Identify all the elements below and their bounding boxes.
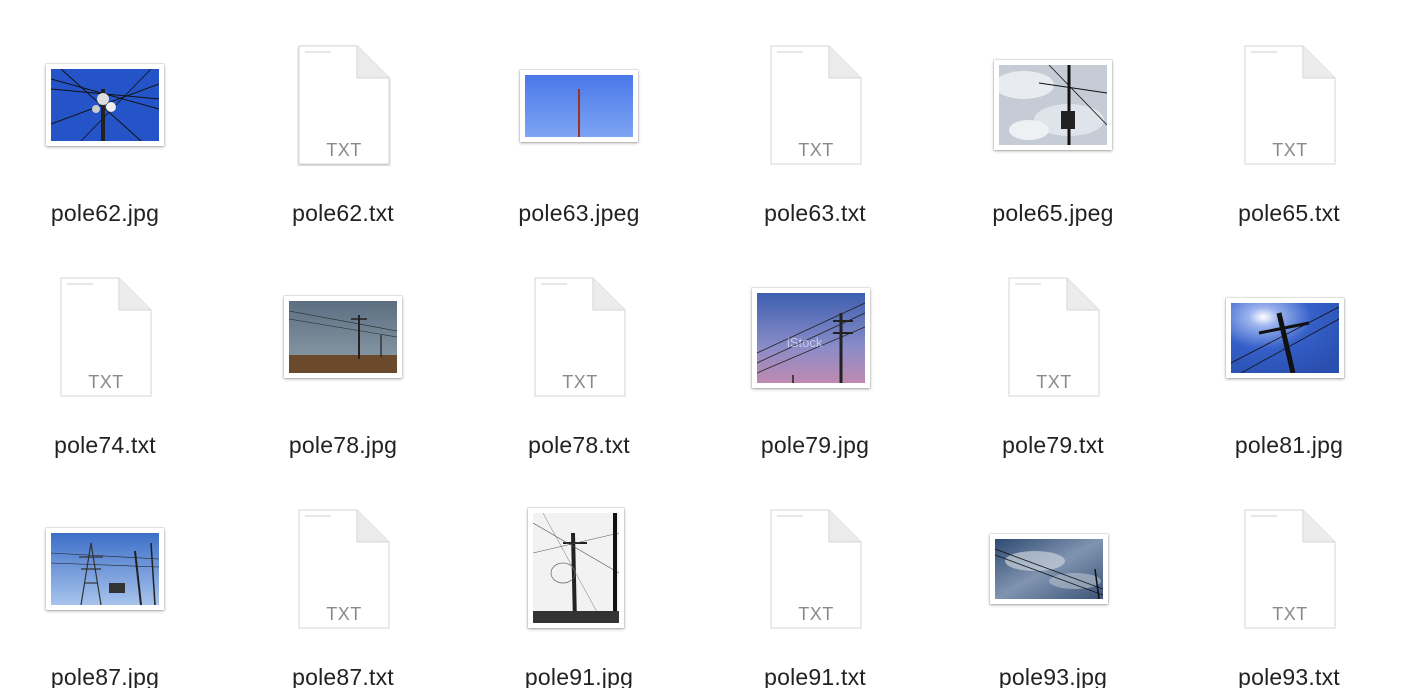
file-item-pole62-txt[interactable]: TXT pole62.txt bbox=[243, 45, 443, 258]
text-document-icon: TXT bbox=[479, 277, 679, 430]
file-item-pole91-jpg[interactable]: pole91.jpg bbox=[479, 508, 679, 688]
image-thumbnail-icon bbox=[479, 508, 679, 662]
file-name-label: pole93.txt bbox=[1238, 664, 1340, 688]
file-name-label: pole65.jpeg bbox=[992, 200, 1114, 226]
image-thumbnail-icon bbox=[5, 512, 205, 662]
file-name-label: pole87.jpg bbox=[50, 664, 160, 688]
file-item-pole93-txt[interactable]: TXT pole93.txt bbox=[1189, 509, 1389, 688]
file-item-pole91-txt[interactable]: TXT pole91.txt bbox=[715, 509, 915, 688]
file-name-label: pole93.jpg bbox=[998, 664, 1108, 688]
txt-badge: TXT bbox=[88, 372, 124, 392]
file-item-pole87-jpg[interactable]: pole87.jpg bbox=[5, 512, 205, 688]
text-document-icon: TXT bbox=[953, 277, 1153, 430]
file-name-label: pole79.jpg bbox=[760, 432, 870, 458]
txt-badge: TXT bbox=[1272, 140, 1308, 160]
file-name-label: pole65.txt bbox=[1238, 200, 1340, 226]
image-thumbnail-icon: iStock bbox=[715, 280, 915, 430]
text-document-icon: TXT bbox=[243, 509, 443, 662]
text-document-icon: TXT bbox=[715, 509, 915, 662]
file-name-label: pole81.jpg bbox=[1234, 432, 1344, 458]
file-name-label: pole63.jpeg bbox=[518, 200, 640, 226]
txt-badge: TXT bbox=[798, 604, 834, 624]
file-item-pole74-txt[interactable]: TXT pole74.txt bbox=[5, 277, 205, 490]
text-document-icon: TXT bbox=[1189, 509, 1389, 662]
file-name-label: pole63.txt bbox=[764, 200, 866, 226]
file-item-pole63-jpeg[interactable]: pole63.jpeg bbox=[479, 48, 679, 258]
file-item-pole78-txt[interactable]: TXT pole78.txt bbox=[479, 277, 679, 490]
file-item-pole65-jpeg[interactable]: pole65.jpeg bbox=[953, 48, 1153, 258]
text-document-icon: TXT bbox=[1189, 45, 1389, 198]
image-thumbnail-icon bbox=[1189, 280, 1389, 430]
file-name-label: pole91.jpg bbox=[524, 664, 634, 688]
file-item-pole65-txt[interactable]: TXT pole65.txt bbox=[1189, 45, 1389, 258]
file-name-label: pole87.txt bbox=[292, 664, 394, 688]
file-name-label: pole62.jpg bbox=[50, 200, 160, 226]
txt-badge: TXT bbox=[562, 372, 598, 392]
file-name-label: pole91.txt bbox=[764, 664, 866, 688]
txt-badge: TXT bbox=[798, 140, 834, 160]
file-item-pole79-jpg[interactable]: iStock pole79.jpg bbox=[715, 280, 915, 490]
txt-badge: TXT bbox=[1036, 372, 1072, 392]
file-icon-grid: pole62.jpg TXT pole62.txt pole63.jpeg TX… bbox=[0, 0, 1424, 688]
watermark-text: iStock bbox=[787, 335, 823, 350]
file-item-pole79-txt[interactable]: TXT pole79.txt bbox=[953, 277, 1153, 490]
file-name-label: pole79.txt bbox=[1002, 432, 1104, 458]
text-document-icon: TXT bbox=[5, 277, 205, 430]
file-item-pole81-jpg[interactable]: pole81.jpg bbox=[1189, 280, 1389, 490]
image-thumbnail-icon bbox=[5, 48, 205, 198]
image-thumbnail-icon bbox=[953, 48, 1153, 198]
file-item-pole78-jpg[interactable]: pole78.jpg bbox=[243, 280, 443, 490]
file-item-pole87-txt[interactable]: TXT pole87.txt bbox=[243, 509, 443, 688]
image-thumbnail-icon bbox=[243, 280, 443, 430]
file-name-label: pole74.txt bbox=[54, 432, 156, 458]
txt-badge: TXT bbox=[1272, 604, 1308, 624]
file-item-pole63-txt[interactable]: TXT pole63.txt bbox=[715, 45, 915, 258]
text-document-icon: TXT bbox=[715, 45, 915, 198]
file-name-label: pole78.jpg bbox=[288, 432, 398, 458]
image-thumbnail-icon bbox=[953, 512, 1153, 662]
txt-badge: TXT bbox=[326, 604, 362, 624]
image-thumbnail-icon bbox=[479, 48, 679, 198]
file-item-pole93-jpg[interactable]: pole93.jpg bbox=[953, 512, 1153, 688]
file-name-label: pole62.txt bbox=[292, 200, 394, 226]
file-item-pole62-jpg[interactable]: pole62.jpg bbox=[5, 48, 205, 258]
file-name-label: pole78.txt bbox=[528, 432, 630, 458]
text-document-icon: TXT bbox=[243, 45, 443, 198]
txt-badge: TXT bbox=[326, 140, 362, 160]
